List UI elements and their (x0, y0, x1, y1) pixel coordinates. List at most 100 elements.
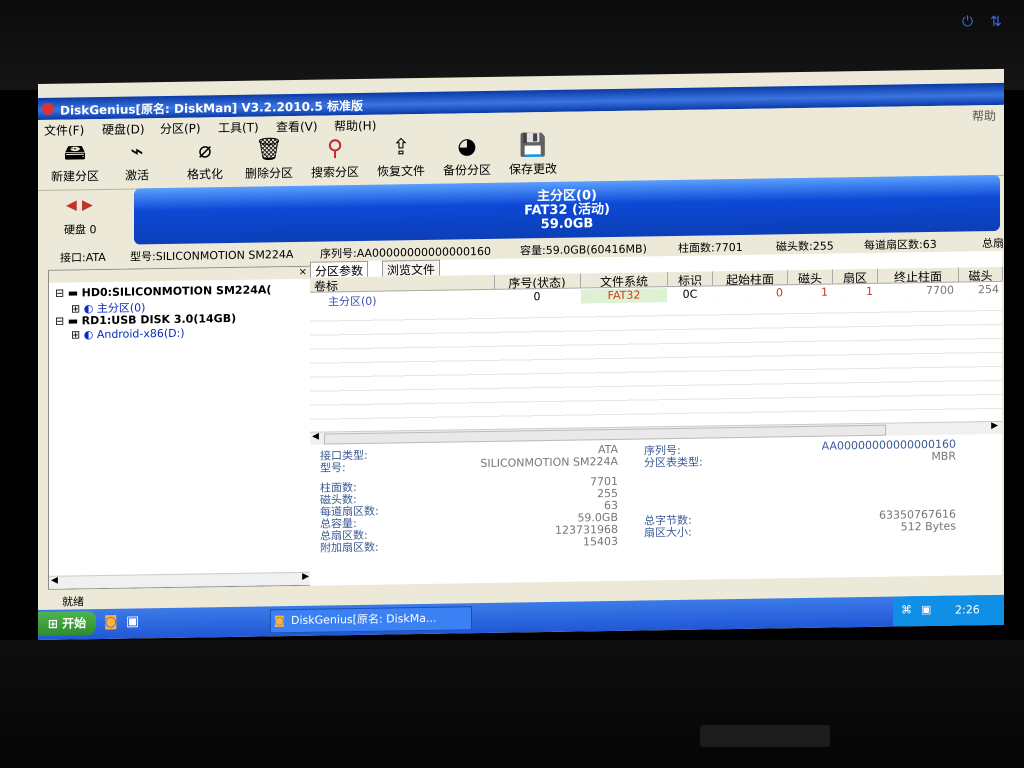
new-partition-icon: 🖴 (63, 140, 87, 166)
save-changes-label: 保存更改 (508, 161, 557, 177)
format-button[interactable]: ⌀ 格式化 (174, 137, 236, 186)
model-info: 型号:SILICONMOTION SM224A (130, 247, 294, 264)
backup-partition-button[interactable]: ◕ 备份分区 (436, 133, 498, 182)
expand-icon[interactable]: ⊞ (71, 328, 80, 341)
col-start-cyl[interactable]: 起始柱面 (713, 270, 788, 286)
col-end-cyl[interactable]: 终止柱面 (878, 267, 959, 283)
disk-icon: ▬ (67, 314, 79, 328)
save-changes-button[interactable]: 💾 保存更改 (502, 132, 564, 181)
clock[interactable]: 2:26 (955, 603, 980, 616)
screen: DiskGenius[原名: DiskMan] V3.2.2010.5 标准版 … (38, 68, 1004, 641)
detail-label: 扇区大小: (644, 525, 692, 540)
status-text: 就绪 (62, 595, 84, 609)
tree-item-hd0[interactable]: ⊟ ▬ HD0:SILICONMOTION SM224A( (55, 283, 271, 299)
power-icon: ⏻ (962, 14, 974, 30)
prev-disk-icon[interactable]: ◀ (66, 197, 77, 213)
start-button[interactable]: ⊞ 开始 (38, 611, 96, 636)
tree-item-rd1-label: RD1:USB DISK 3.0(14GB) (81, 311, 237, 328)
row-filesystem: FAT32 (581, 288, 667, 304)
row-end-head: 254 (978, 282, 999, 297)
menu-disk[interactable]: 硬盘(D) (102, 120, 145, 138)
menu-tools[interactable]: 工具(T) (218, 119, 259, 137)
activate-label: 激活 (124, 168, 149, 183)
scroll-right-icon[interactable]: ▶ (302, 572, 309, 582)
activate-button[interactable]: ⌁ 激活 (106, 138, 168, 187)
row-index: 0 (533, 290, 541, 304)
disk-navigator: ◀ ▶ 硬盘 0 (44, 192, 134, 246)
expand-icon[interactable]: ⊟ (55, 315, 64, 328)
monitor-stand (700, 725, 830, 747)
tree-panel-header: × (49, 266, 311, 283)
new-partition-label: 新建分区 (50, 169, 99, 184)
search-partition-button[interactable]: ⚲ 搜索分区 (304, 135, 366, 184)
partition-detail-panel: 分区参数 浏览文件 卷标 序号(状态) 文件系统 标识 起始柱面 磁头 扇区 终… (310, 250, 1003, 602)
menu-view[interactable]: 查看(V) (276, 118, 318, 136)
detail-value: SILICONMOTION SM224A (480, 454, 618, 471)
row-sector: 1 (866, 284, 873, 298)
backup-partition-icon: ◕ (457, 134, 477, 160)
backup-partition-label: 备份分区 (442, 162, 491, 178)
new-partition-button[interactable]: 🖴 新建分区 (44, 139, 106, 188)
row-start-cyl: 0 (776, 286, 783, 300)
task-label: DiskGenius[原名: DiskMa... (291, 611, 437, 628)
expand-icon[interactable]: ⊟ (55, 287, 64, 300)
cylinders-info: 柱面数:7701 (678, 240, 743, 255)
row-id: 0C (682, 287, 698, 301)
format-icon: ⌀ (198, 138, 212, 164)
format-label: 格式化 (186, 167, 223, 182)
tray-display-icon[interactable]: ▣ (921, 603, 931, 616)
menu-partition[interactable]: 分区(P) (160, 119, 201, 137)
col-id[interactable]: 标识 (668, 271, 713, 287)
detail-value: MBR (931, 449, 956, 463)
col-sector[interactable]: 扇区 (833, 268, 878, 284)
disk-tree-panel: × ⊟ ▬ HD0:SILICONMOTION SM224A( ⊞ ◐ 主分区(… (48, 265, 312, 590)
total-info: 总扇 (982, 236, 1004, 251)
tree-item-hd0-label: HD0:SILICONMOTION SM224A( (81, 283, 272, 300)
heads-info: 磁头数:255 (776, 239, 834, 254)
scroll-left-icon[interactable]: ◀ (51, 576, 58, 586)
tree-item-rd1[interactable]: ⊟ ▬ RD1:USB DISK 3.0(14GB) (55, 312, 236, 328)
menu-help[interactable]: 帮助(H) (334, 117, 376, 135)
delete-partition-button[interactable]: 🗑 删除分区 (238, 136, 300, 185)
quicklaunch-icon[interactable]: ◙ (104, 614, 118, 630)
disk-icon: ▬ (67, 286, 79, 300)
app-icon (42, 102, 54, 115)
tree-item-android-label: Android-x86(D:) (96, 326, 185, 342)
taskbar-window-button[interactable]: ◙ DiskGenius[原名: DiskMa... (270, 606, 472, 634)
windows-logo-icon: ⊞ (47, 616, 58, 631)
row-end-cyl: 7700 (926, 283, 954, 298)
save-changes-icon: 💾 (519, 133, 547, 159)
recover-files-icon: ⇪ (391, 135, 411, 161)
row-head: 1 (821, 285, 828, 299)
sectors-info: 每道扇区数:63 (864, 237, 937, 253)
col-volume[interactable]: 卷标 (310, 274, 495, 292)
search-partition-label: 搜索分区 (310, 164, 359, 180)
detail-value: 15403 (583, 534, 618, 549)
recover-files-button[interactable]: ⇪ 恢复文件 (370, 134, 432, 183)
next-disk-icon[interactable]: ▶ (82, 197, 93, 213)
scroll-left-icon[interactable]: ◀ (312, 432, 319, 442)
help-link[interactable]: 帮助 (972, 107, 996, 124)
tree-item-android[interactable]: ⊞ ◐ Android-x86(D:) (71, 327, 185, 342)
detail-label: 分区表类型: (644, 455, 703, 470)
col-index[interactable]: 序号(状态) (494, 273, 581, 289)
delete-partition-label: 删除分区 (244, 165, 293, 181)
system-tray: ⌘ ▣ 2:26 (893, 594, 1004, 627)
recover-files-label: 恢复文件 (376, 163, 425, 179)
quicklaunch-icon[interactable]: ▣ (126, 613, 139, 629)
col-head[interactable]: 磁头 (788, 269, 833, 285)
menu-file[interactable]: 文件(F) (44, 121, 84, 139)
col-filesystem[interactable]: 文件系统 (581, 272, 668, 288)
partition-icon: ◐ (83, 328, 94, 342)
scroll-right-icon[interactable]: ▶ (991, 421, 998, 431)
input-icon: ⇅ (990, 14, 1002, 30)
close-panel-icon[interactable]: × (299, 267, 307, 278)
tab-partition-params[interactable]: 分区参数 (310, 260, 369, 279)
disk-label: 硬盘 0 (64, 223, 97, 237)
col-end-head[interactable]: 磁头 (959, 266, 1003, 282)
activate-icon: ⌁ (130, 139, 144, 165)
tab-browse-files[interactable]: 浏览文件 (382, 259, 441, 278)
tray-network-icon[interactable]: ⌘ (901, 603, 912, 616)
detail-value: 512 Bytes (900, 519, 956, 534)
interface-info: 接口:ATA (60, 250, 106, 265)
